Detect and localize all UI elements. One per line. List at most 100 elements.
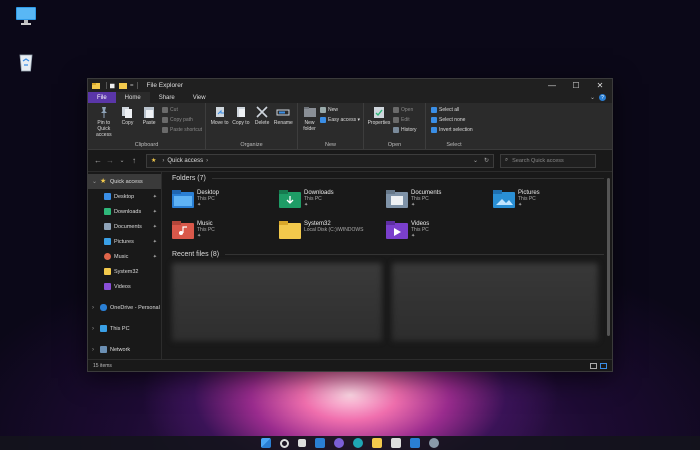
properties-icon[interactable]: [110, 83, 116, 89]
nav-item-music[interactable]: Music ✦: [88, 249, 161, 264]
folder-tile-system32[interactable]: System32 Local Disk (C:)\WINDOWS: [279, 217, 386, 248]
widgets-icon[interactable]: [315, 438, 325, 448]
edge-icon[interactable]: [353, 438, 363, 448]
recycle-bin-icon[interactable]: [14, 50, 38, 74]
new-item-button[interactable]: New: [320, 106, 360, 114]
minimize-button[interactable]: —: [540, 79, 564, 92]
move-to-button[interactable]: Move to: [209, 105, 230, 139]
star-icon: ★: [151, 158, 157, 164]
recent-files-section-header[interactable]: Recent files (8): [172, 251, 604, 258]
search-icon[interactable]: [280, 438, 289, 448]
nav-item-quick-access[interactable]: ⌄ ★ Quick access: [88, 174, 161, 189]
forward-arrow-icon[interactable]: →: [104, 156, 116, 165]
recent-locations-icon[interactable]: ⌄: [116, 157, 128, 164]
task-view-icon[interactable]: [298, 439, 306, 447]
chevron-down-icon[interactable]: ⌄: [473, 157, 478, 164]
maximize-button[interactable]: ☐: [564, 79, 588, 92]
chevron-down-icon[interactable]: ⌄: [92, 178, 100, 185]
mail-icon[interactable]: [410, 438, 420, 448]
select-none-button[interactable]: Select none: [431, 116, 473, 124]
large-icons-view-icon[interactable]: [600, 362, 607, 369]
nav-item-label: This PC: [110, 325, 130, 332]
nav-item-system32[interactable]: System32: [88, 264, 161, 279]
new-folder-icon[interactable]: [119, 82, 127, 89]
new-folder-button[interactable]: New folder: [301, 105, 318, 139]
this-pc-desktop-icon[interactable]: [14, 4, 38, 28]
nav-item-label: Videos: [114, 283, 131, 290]
folder-tile-downloads[interactable]: Downloads This PC ✦: [279, 186, 386, 217]
tab-file[interactable]: File: [88, 92, 116, 103]
nav-item-network[interactable]: › Network: [88, 342, 161, 357]
tab-view[interactable]: View: [184, 92, 215, 103]
pin-icon: ✦: [411, 233, 416, 239]
delete-button[interactable]: Delete: [252, 105, 273, 139]
vertical-scrollbar[interactable]: [607, 178, 610, 336]
properties-button[interactable]: Properties: [367, 105, 391, 139]
refresh-icon[interactable]: ↻: [484, 157, 489, 164]
nav-item-onedrive[interactable]: › OneDrive - Personal: [88, 300, 161, 315]
chevron-down-icon[interactable]: ⌄: [590, 94, 595, 101]
details-view-icon[interactable]: [590, 362, 597, 369]
history-icon: [393, 127, 399, 133]
folder-tile-documents[interactable]: Documents This PC ✦: [386, 186, 493, 217]
tab-share[interactable]: Share: [150, 92, 184, 103]
back-arrow-icon[interactable]: ←: [92, 156, 104, 165]
copy-to-button[interactable]: Copy to: [230, 105, 251, 139]
up-arrow-icon[interactable]: ↑: [128, 156, 140, 165]
nav-item-documents[interactable]: Documents ✦: [88, 219, 161, 234]
chevron-right-icon[interactable]: ›: [162, 158, 164, 164]
copy-to-icon: [236, 107, 245, 117]
recent-files-blurred[interactable]: [392, 263, 598, 341]
pin-icon: ✦: [152, 223, 157, 230]
copy-path-button[interactable]: Copy path: [162, 116, 202, 124]
organize-group-label: Organize: [240, 142, 263, 148]
easy-access-icon: [320, 117, 327, 123]
nav-item-videos[interactable]: Videos: [88, 279, 161, 294]
paste-shortcut-button[interactable]: Paste shortcut: [162, 126, 202, 134]
open-button[interactable]: Open: [393, 106, 417, 114]
copy-path-label: Copy path: [170, 117, 193, 123]
breadcrumb-quick-access[interactable]: Quick access: [167, 158, 203, 164]
copy-button[interactable]: Copy: [117, 105, 139, 139]
chevron-right-icon[interactable]: ›: [92, 305, 100, 311]
folder-tile-pictures[interactable]: Pictures This PC ✦: [493, 186, 600, 217]
chevron-right-icon[interactable]: ›: [206, 158, 208, 164]
folders-section-header[interactable]: Folders (7): [172, 175, 604, 182]
close-button[interactable]: ✕: [588, 79, 612, 92]
paste-label: Paste: [142, 120, 156, 126]
folder-tile-desktop[interactable]: Desktop This PC ✦: [172, 186, 279, 217]
rename-button[interactable]: Rename: [273, 105, 294, 139]
quick-access-dropdown[interactable]: =: [130, 83, 134, 89]
folder-tile-music[interactable]: Music This PC ✦: [172, 217, 279, 248]
nav-item-this-pc[interactable]: › This PC: [88, 321, 161, 336]
folder-tile-videos[interactable]: Videos This PC ✦: [386, 217, 493, 248]
help-icon[interactable]: ?: [599, 94, 606, 101]
cut-button[interactable]: Cut: [162, 106, 202, 114]
invert-selection-button[interactable]: Invert selection: [431, 126, 473, 134]
properties-label: Properties: [367, 120, 391, 126]
start-icon[interactable]: [261, 438, 271, 448]
tab-home[interactable]: Home: [115, 92, 150, 103]
paste-button[interactable]: Paste: [138, 105, 160, 139]
easy-access-button[interactable]: Easy access ▾: [320, 116, 360, 124]
recent-files-blurred[interactable]: [172, 263, 382, 341]
chevron-right-icon[interactable]: ›: [92, 347, 100, 353]
select-all-button[interactable]: Select all: [431, 106, 473, 114]
settings-icon[interactable]: [429, 438, 439, 448]
history-button[interactable]: History: [393, 126, 417, 134]
search-input[interactable]: ⌕ Search Quick access: [500, 153, 596, 168]
nav-item-downloads[interactable]: Downloads ✦: [88, 204, 161, 219]
folders-grid: Desktop This PC ✦ Downloads This PC ✦ Docume…: [172, 186, 604, 248]
chevron-right-icon[interactable]: ›: [92, 326, 100, 332]
edit-button[interactable]: Edit: [393, 116, 417, 124]
file-explorer-taskbar-icon[interactable]: [372, 438, 382, 448]
address-input[interactable]: ★ › Quick access › ⌄ ↻: [146, 153, 494, 168]
pin-icon: [100, 107, 107, 118]
music-icon: [104, 253, 111, 260]
nav-item-desktop[interactable]: Desktop ✦: [88, 189, 161, 204]
chat-icon[interactable]: [334, 438, 344, 448]
clipboard-group: Pin to Quick access Copy Paste Cut Copy …: [88, 103, 206, 149]
nav-item-pictures[interactable]: Pictures ✦: [88, 234, 161, 249]
pin-to-quick-access-button[interactable]: Pin to Quick access: [91, 105, 117, 139]
store-icon[interactable]: [391, 438, 401, 448]
